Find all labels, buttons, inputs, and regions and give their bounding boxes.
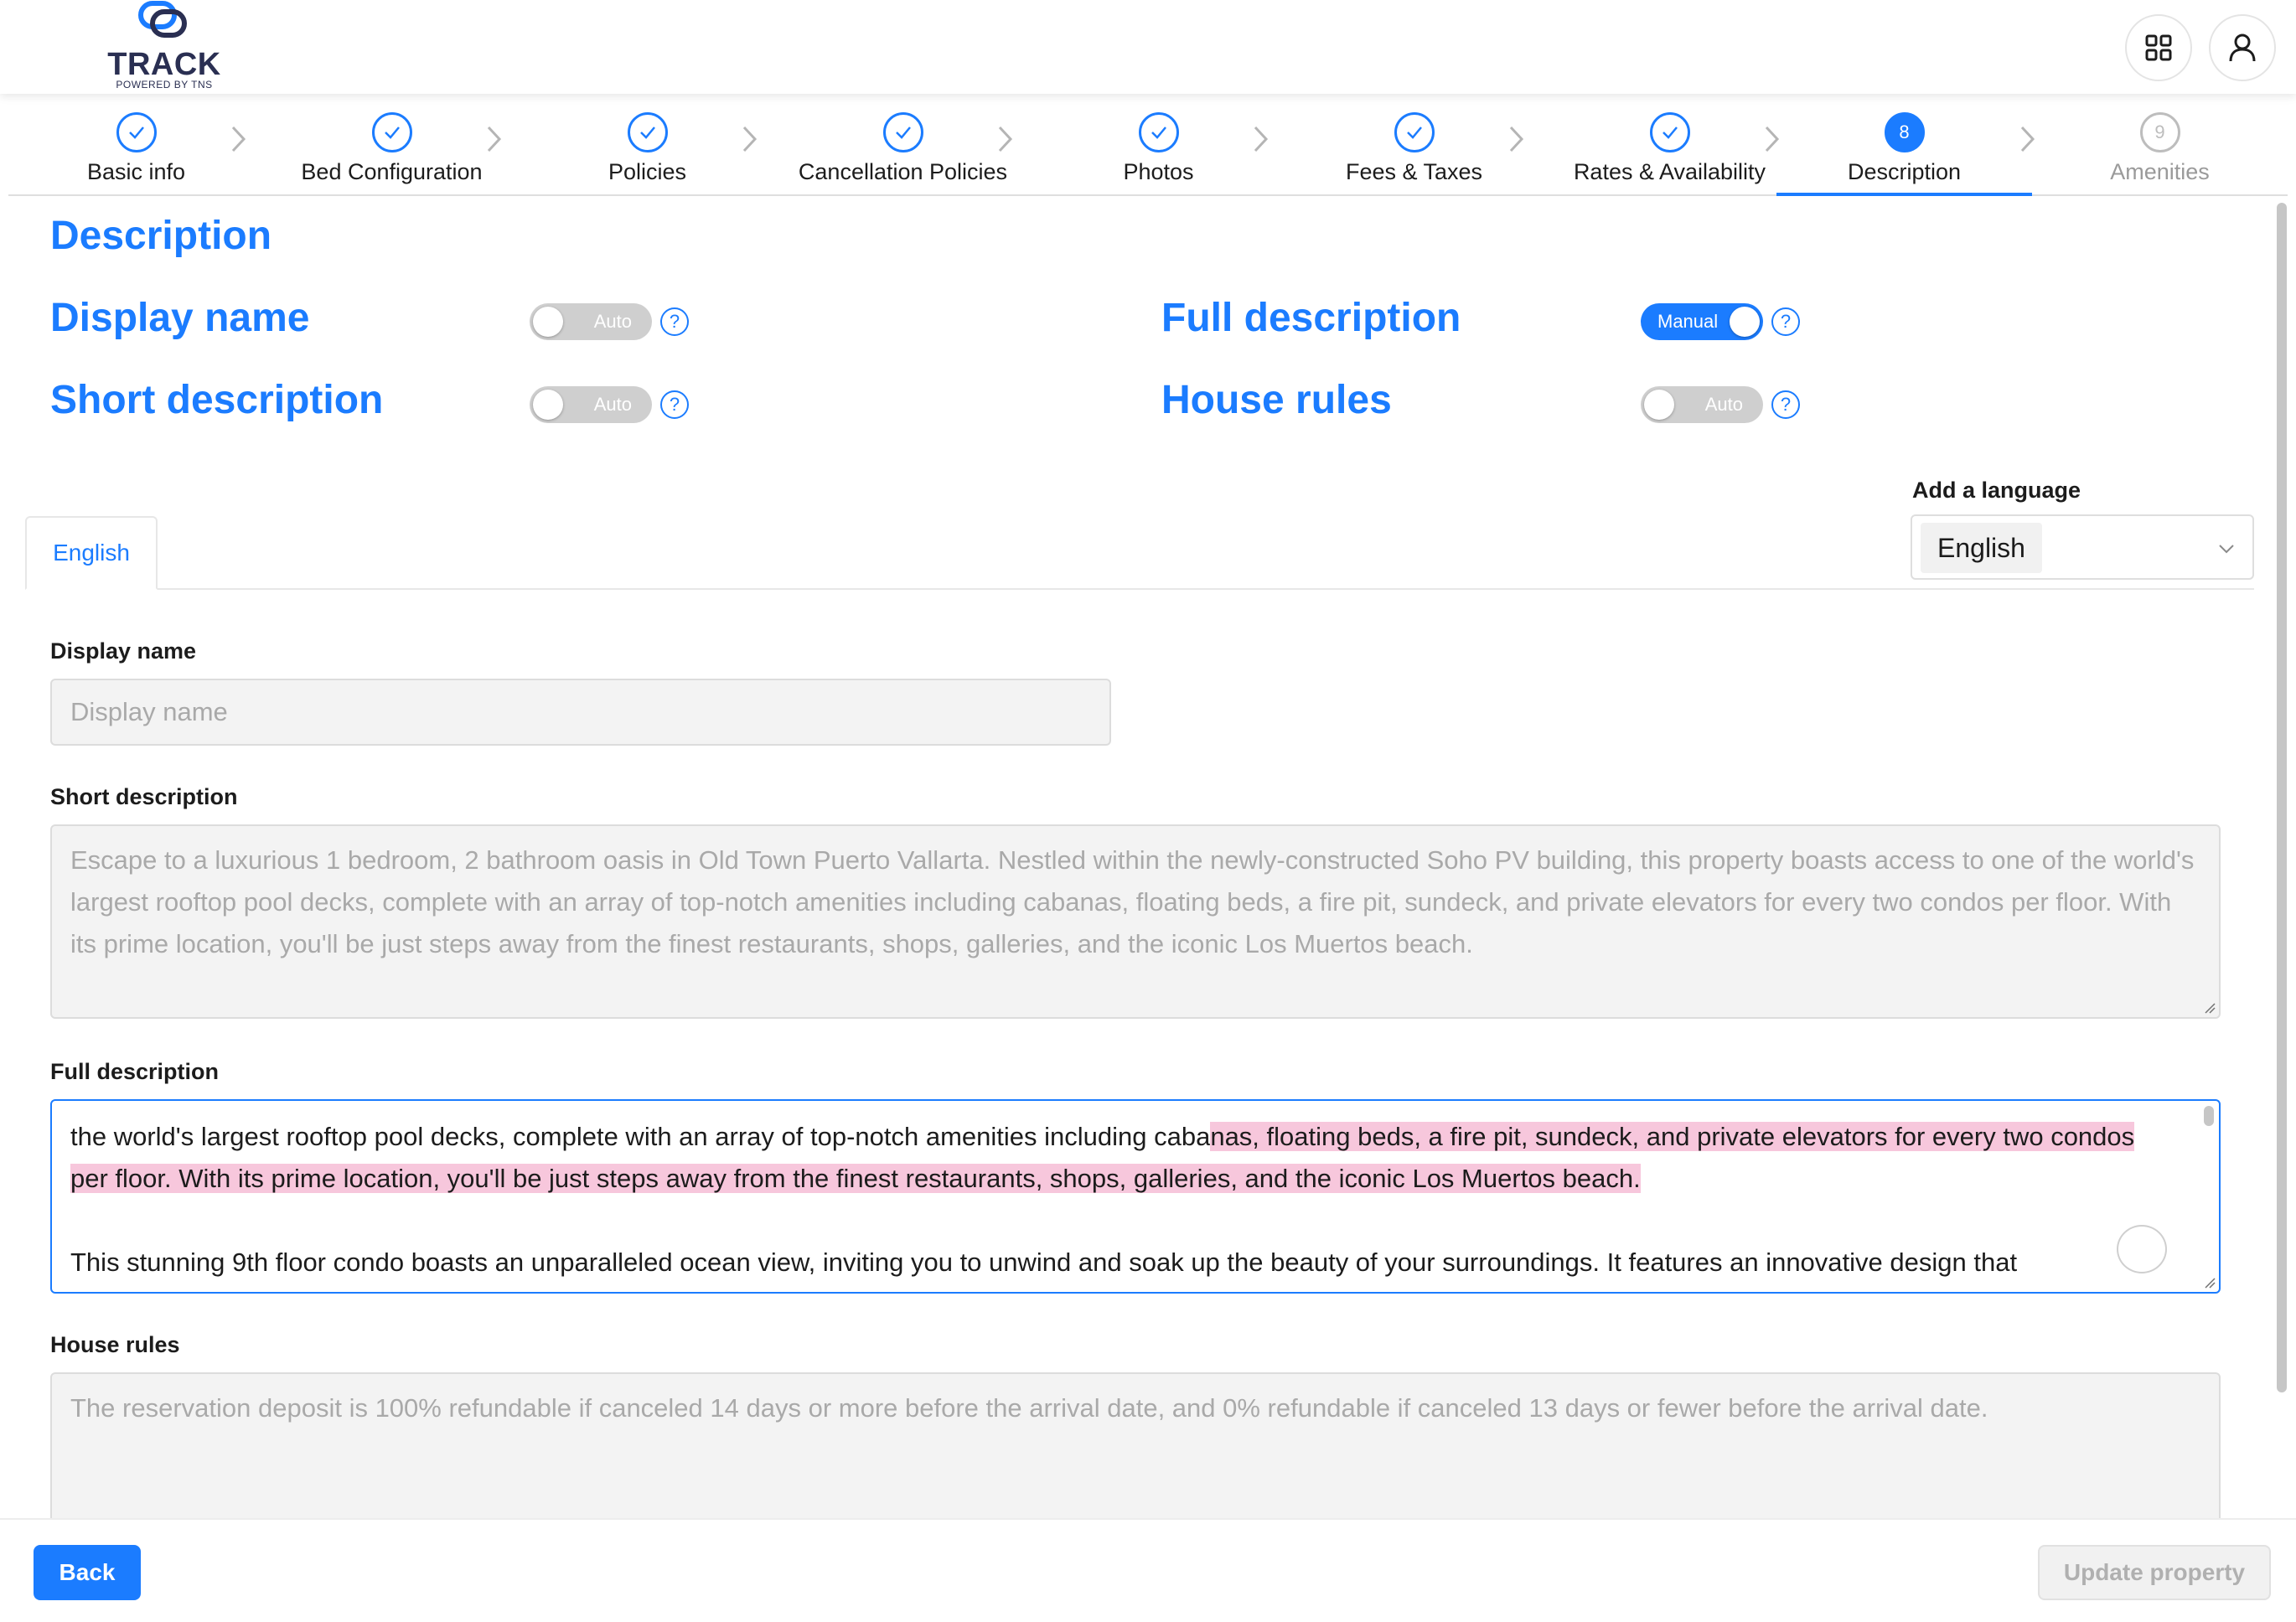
display-name-toggle-label: Display name [50,296,310,340]
apps-grid-icon [2145,34,2172,61]
step-label: Basic info [86,159,186,184]
toggle-text: Auto [593,394,632,415]
chevron-right-icon [2020,126,2035,152]
house-rules-toggle-label: House rules [1161,378,1392,422]
house-rules-mode-toggle[interactable]: Auto [1641,386,1763,423]
help-icon[interactable]: ? [1771,390,1800,419]
help-icon[interactable]: ? [1771,307,1800,336]
chevron-right-icon [742,126,758,152]
step-photos[interactable]: Photos [1031,94,1286,194]
logo-mark-icon [138,1,187,38]
step-label: Cancellation Policies [798,159,1008,184]
help-icon[interactable]: ? [660,307,689,336]
tab-english[interactable]: English [25,516,158,590]
step-number: 8 [1884,112,1925,152]
chevron-right-icon [1765,126,1780,152]
update-property-button[interactable]: Update property [2038,1545,2271,1600]
full-description-content: the world's largest rooftop pool decks, … [70,1101,2169,1292]
toggle-knob [1644,390,1674,420]
footer-bar: Back Update property [0,1518,2296,1622]
toggle-knob [1730,307,1760,337]
step-description[interactable]: 8 Description [1776,94,2032,196]
step-amenities[interactable]: 9 Amenities [2032,94,2288,194]
step-basic-info[interactable]: Basic info [8,94,264,194]
step-rates-availability[interactable]: Rates & Availability [1542,94,1797,194]
add-language-label: Add a language [1912,478,2081,503]
step-label: Bed Configuration [301,159,483,184]
assistant-bubble-icon[interactable] [2117,1225,2167,1273]
description-form: Description Display name Auto ? Full des… [8,198,2262,1518]
step-complete-check-icon [1649,112,1690,152]
chevron-right-icon [231,126,246,152]
app-header: TRACK POWERED BY TNS [0,0,2296,94]
step-complete-check-icon [371,112,412,152]
track-logo[interactable]: TRACK POWERED BY TNS [107,0,221,92]
step-number: 9 [2139,112,2180,152]
short-description-text: Escape to a luxurious 1 bedroom, 2 bathr… [70,845,2195,958]
toggle-knob [533,390,563,420]
short-description-mode-toggle[interactable]: Auto [530,386,652,423]
chevron-down-icon [2219,545,2234,554]
step-policies[interactable]: Policies [520,94,775,194]
short-description-field-label: Short description [50,784,238,809]
display-name-input[interactable]: Display name [50,679,1111,746]
short-description-textarea[interactable]: Escape to a luxurious 1 bedroom, 2 bathr… [50,824,2221,1019]
step-complete-check-icon [1138,112,1179,152]
tabs-divider [25,588,2254,590]
full-description-paragraph: the world's largest rooftop pool decks, … [70,1116,2169,1200]
house-rules-text: The reservation deposit is 100% refundab… [70,1393,1988,1423]
short-description-toggle-label: Short description [50,378,384,422]
toggle-knob [533,307,563,337]
display-name-mode-toggle[interactable]: Auto [530,303,652,340]
full-description-mode-toggle[interactable]: Manual [1641,303,1763,340]
page-scrollbar[interactable] [2274,198,2289,1518]
toggle-text: Auto [1704,394,1743,415]
full-description-paragraph: This stunning 9th floor condo boasts an … [70,1247,2018,1277]
chevron-right-icon [1254,126,1269,152]
scrollbar-thumb[interactable] [2204,1106,2214,1126]
help-icon[interactable]: ? [660,390,689,419]
back-button[interactable]: Back [34,1545,141,1600]
toggle-text: Manual [1657,311,1719,332]
user-icon [2229,34,2256,62]
step-bed-configuration[interactable]: Bed Configuration [264,94,520,194]
full-description-field-label: Full description [50,1059,220,1084]
apps-grid-button[interactable] [2125,14,2192,81]
step-label: Policies [608,159,687,184]
language-selected-value: English [1921,523,2042,573]
logo-text: TRACK [107,47,221,82]
textarea-scrollbar[interactable] [2204,1106,2214,1284]
step-label: Rates & Availability [1573,159,1766,184]
text-run: the world's largest rooftop pool decks, … [70,1122,1211,1151]
step-complete-check-icon [627,112,668,152]
toggle-text: Auto [593,311,632,332]
step-cancellation-policies[interactable]: Cancellation Policies [775,94,1031,194]
page-title: Description [50,214,272,258]
language-select[interactable]: English [1911,514,2254,580]
step-fees-taxes[interactable]: Fees & Taxes [1286,94,1542,194]
house-rules-field-label: House rules [50,1332,180,1357]
chevron-right-icon [487,126,502,152]
step-label: Description [1847,159,1962,184]
step-label: Photos [1123,159,1194,184]
logo-subtext: POWERED BY TNS [116,79,213,90]
display-name-field-label: Display name [50,638,197,664]
resize-handle-icon[interactable] [2202,1000,2216,1014]
step-complete-check-icon [1394,112,1435,152]
user-menu-button[interactable] [2209,14,2276,81]
house-rules-textarea[interactable]: The reservation deposit is 100% refundab… [50,1372,2221,1518]
full-description-toggle-label: Full description [1161,296,1461,340]
chevron-right-icon [998,126,1013,152]
scrollbar-thumb[interactable] [2277,203,2287,1392]
step-complete-check-icon [116,112,157,152]
full-description-textarea[interactable]: the world's largest rooftop pool decks, … [50,1099,2221,1294]
step-complete-check-icon [882,112,923,152]
step-label: Fees & Taxes [1345,159,1483,184]
chevron-right-icon [1509,126,1524,152]
wizard-stepper: Basic info Bed Configuration Policies Ca… [8,94,2288,196]
resize-handle-icon[interactable] [2202,1275,2216,1289]
step-label: Amenities [2110,159,2210,184]
